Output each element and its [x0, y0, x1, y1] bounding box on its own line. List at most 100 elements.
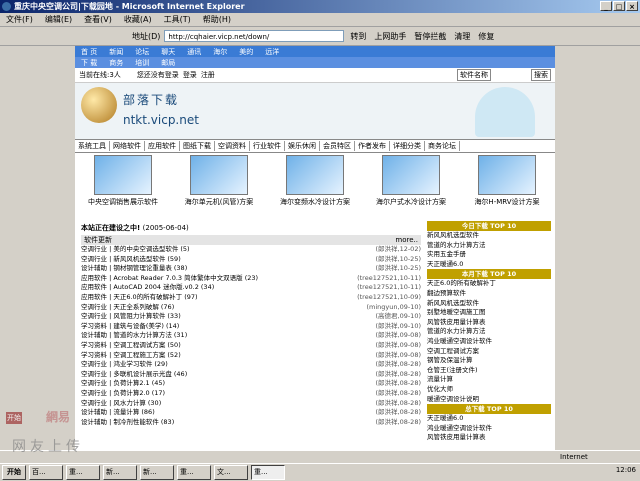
menu-view[interactable]: 查看(V): [78, 14, 118, 25]
software-row[interactable]: 空调行业 | 风水力计算 (30) (郎洪祥,08-28): [81, 399, 421, 409]
maximize-button[interactable]: □: [613, 1, 625, 11]
search-button[interactable]: 搜索: [531, 69, 551, 81]
rank-item[interactable]: 翻边预算软件: [427, 289, 551, 299]
nav-yuanyang[interactable]: 远洋: [259, 47, 285, 57]
software-row[interactable]: 设计辅助 | 制冷剂性能软件 (83) (郎洪祥,08-28): [81, 418, 421, 428]
taskbar-task[interactable]: 文...: [214, 465, 248, 480]
cat-item[interactable]: 行业软件: [250, 141, 285, 151]
taskbar-task[interactable]: 重...: [177, 465, 211, 480]
software-row[interactable]: 设计辅助 | 管道的水力计算方法 (31) (郎洪祥,09-08): [81, 331, 421, 341]
rank-item[interactable]: 钢管及保温计算: [427, 356, 551, 366]
search-type-select[interactable]: 软件名称: [457, 69, 491, 81]
rank-item[interactable]: 天正6.0的所有破解补丁: [427, 279, 551, 289]
nav-news[interactable]: 新闻: [103, 47, 129, 57]
rank-item[interactable]: 新风风机选型软件: [427, 231, 551, 241]
nav-midea[interactable]: 美的: [233, 47, 259, 57]
software-name: 空调行业 | 天正全系列破解 (76): [81, 302, 175, 311]
rank-item[interactable]: 天正暖通6.0: [427, 414, 551, 424]
software-row[interactable]: 应用软件 | Acrobat Reader 7.0.3 简体繁体中文双语版 (2…: [81, 274, 421, 284]
rank-item[interactable]: 鸿业暖通空调设计软件: [427, 424, 551, 434]
online-bar: 当前在线:3人 您还没有登录 登录 注册 软件名称 搜索: [75, 68, 555, 83]
thumb-item[interactable]: 海尔户式水冷设计方案: [366, 155, 456, 207]
software-row[interactable]: 空调行业 | 鸿业学习软件 (29) (郎洪祥,08-28): [81, 360, 421, 370]
thumb-item[interactable]: 海尔单元机(风管)方案: [174, 155, 264, 207]
nav-business[interactable]: 商务: [103, 58, 129, 68]
block-button[interactable]: 暂停拦截: [414, 31, 446, 42]
rank-item[interactable]: 优化大师: [427, 385, 551, 395]
menu-help[interactable]: 帮助(H): [197, 14, 237, 25]
menu-edit[interactable]: 编辑(E): [39, 14, 78, 25]
software-row[interactable]: 空调行业 | 负荷计算2.0 (17) (郎洪祥,08-28): [81, 389, 421, 399]
rank-item[interactable]: 风管铁皮用量计算表: [427, 433, 551, 443]
cat-item[interactable]: 娱乐休闲: [285, 141, 320, 151]
cat-item[interactable]: 空调资料: [215, 141, 250, 151]
software-row[interactable]: 学习资料 | 空调工程施工方案 (52) (郎洪祥,09-08): [81, 351, 421, 361]
page-content: 首 页 新闻 论坛 聊天 通讯 海尔 美的 远洋 下 载 商务 培训 邮局 当前…: [75, 46, 555, 456]
taskbar-task[interactable]: 新...: [103, 465, 137, 480]
rank-item[interactable]: 暖通空调设计说明: [427, 395, 551, 405]
register-link[interactable]: 注册: [201, 70, 215, 80]
thumb-item[interactable]: 中央空调销售展示软件: [78, 155, 168, 207]
software-row[interactable]: 应用软件 | 天正6.0的所有破解补丁 (97) (tree127521,10-0…: [81, 293, 421, 303]
rank-item[interactable]: 天正暖通6.0: [427, 260, 551, 270]
nav-home[interactable]: 首 页: [75, 47, 103, 57]
cat-item[interactable]: 网络软件: [110, 141, 145, 151]
nav-training[interactable]: 培训: [129, 58, 155, 68]
menu-favorites[interactable]: 收藏(A): [118, 14, 158, 25]
address-input[interactable]: http://cqhaier.vicp.net/down/: [164, 30, 345, 42]
software-row[interactable]: 学习资料 | 空调工程调试方案 (50) (郎洪祥,09-08): [81, 341, 421, 351]
rank-item[interactable]: 管道的水力计算方法: [427, 241, 551, 251]
nav-chat[interactable]: 聊天: [155, 47, 181, 57]
go-button[interactable]: 转到: [350, 31, 366, 42]
online-count: 当前在线:3人: [79, 71, 121, 79]
cat-item[interactable]: 商务论坛: [425, 141, 460, 151]
rank-item[interactable]: 管道的水力计算方法: [427, 327, 551, 337]
rank-item[interactable]: 鸿业暖通空调设计软件: [427, 337, 551, 347]
taskbar-task[interactable]: 百...: [29, 465, 63, 480]
rank-item[interactable]: 仓管王(注册文件): [427, 366, 551, 376]
software-row[interactable]: 空调行业 | 美的中央空调选型软件 (5) (郎洪祥,12-02): [81, 245, 421, 255]
software-row[interactable]: 空调行业 | 负荷计算2.1 (45) (郎洪祥,08-28): [81, 379, 421, 389]
rank-item[interactable]: 风管铁皮用量计算表: [427, 318, 551, 328]
rank-item[interactable]: 新风风机选型软件: [427, 299, 551, 309]
rank-item[interactable]: 流量计算: [427, 375, 551, 385]
cat-item[interactable]: 会员特区: [320, 141, 355, 151]
software-row[interactable]: 设计辅助 | 流量计算 (86) (郎洪祥,08-28): [81, 408, 421, 418]
clean-button[interactable]: 清理: [454, 31, 470, 42]
login-link[interactable]: 登录: [183, 70, 197, 80]
nav-haier[interactable]: 海尔: [207, 47, 233, 57]
software-row[interactable]: 空调行业 | 天正全系列破解 (76) (mingyun,09-10): [81, 303, 421, 313]
start-button[interactable]: 开始: [2, 465, 26, 480]
close-button[interactable]: ×: [626, 1, 638, 11]
taskbar-task[interactable]: 重...: [66, 465, 100, 480]
fix-button[interactable]: 修复: [478, 31, 494, 42]
nav-forum[interactable]: 论坛: [129, 47, 155, 57]
more-link[interactable]: more..: [395, 235, 418, 245]
taskbar-task[interactable]: 新...: [140, 465, 174, 480]
nav-comm[interactable]: 通讯: [181, 47, 207, 57]
software-row[interactable]: 空调行业 | 风管阻力计算软件 (33) (高德君,09-10): [81, 312, 421, 322]
software-name: 空调行业 | 新风风机选型软件 (59): [81, 254, 181, 263]
software-row[interactable]: 应用软件 | AutoCAD 2004 迷你版.v0.2 (34) (tree12…: [81, 283, 421, 293]
cat-item[interactable]: 作者发布: [355, 141, 390, 151]
menu-file[interactable]: 文件(F): [0, 14, 39, 25]
cat-item[interactable]: 详细分类: [390, 141, 425, 151]
cat-item[interactable]: 应用软件: [145, 141, 180, 151]
minimize-button[interactable]: _: [600, 1, 612, 11]
rank-item[interactable]: 实用五金手册: [427, 250, 551, 260]
nav-download[interactable]: 下 载: [75, 58, 103, 68]
software-row[interactable]: 设计辅助 | 钢材钢管理论重量表 (38) (郎洪祥,10-25): [81, 264, 421, 274]
rank-item[interactable]: 别墅地暖空调施工图: [427, 308, 551, 318]
software-row[interactable]: 空调行业 | 新风风机选型软件 (59) (郎洪祥,10-25): [81, 255, 421, 265]
cat-item[interactable]: 系统工具: [75, 141, 110, 151]
rank-item[interactable]: 空调工程调试方案: [427, 347, 551, 357]
software-row[interactable]: 学习资料 | 建筑与设备(美学) (14) (郎洪祥,09-10): [81, 322, 421, 332]
helper-button[interactable]: 上网助手: [374, 31, 406, 42]
thumb-item[interactable]: 海尔变频水冷设计方案: [270, 155, 360, 207]
menu-tools[interactable]: 工具(T): [158, 14, 197, 25]
cat-item[interactable]: 图纸下载: [180, 141, 215, 151]
taskbar-task[interactable]: 重...: [251, 465, 285, 480]
thumb-item[interactable]: 海尔H-MRV设计方案: [462, 155, 552, 207]
software-row[interactable]: 空调行业 | 多联机设计展示光盘 (46) (郎洪祥,08-28): [81, 370, 421, 380]
nav-mail[interactable]: 邮局: [155, 58, 181, 68]
